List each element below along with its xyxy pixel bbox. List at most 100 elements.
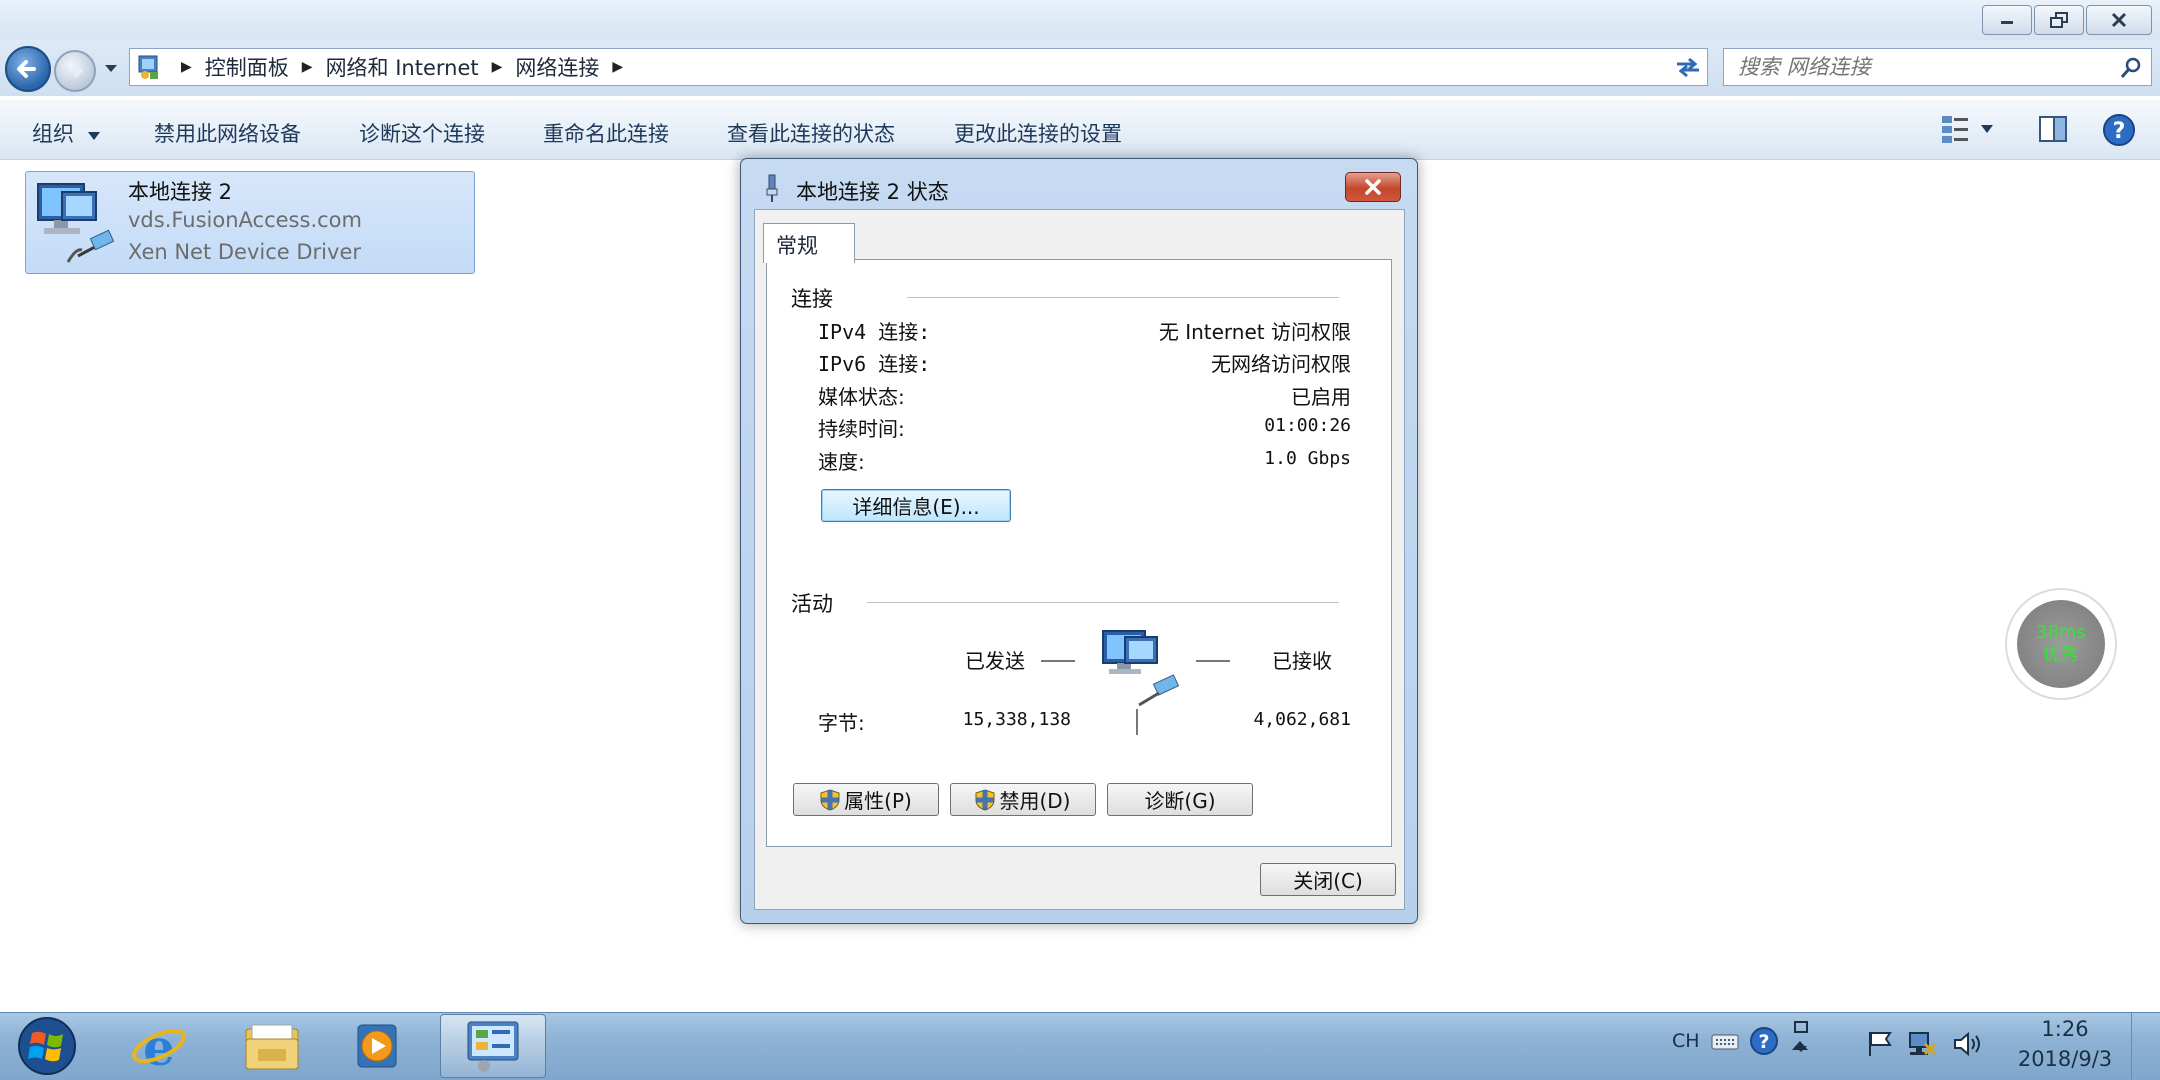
recent-pages-chevron-icon[interactable] xyxy=(104,62,118,74)
search-box[interactable] xyxy=(1723,48,2152,86)
forward-arrow-icon xyxy=(68,63,84,79)
windows-logo-icon xyxy=(18,1017,76,1075)
folder-icon xyxy=(245,1024,299,1070)
bytes-label: 字节: xyxy=(818,711,865,735)
taskbar-file-explorer[interactable] xyxy=(222,1014,322,1078)
connection-group-title: 连接 xyxy=(791,287,833,311)
preview-pane-button[interactable] xyxy=(2037,113,2069,145)
media-player-icon xyxy=(357,1024,397,1068)
control-panel-taskbar-icon xyxy=(467,1021,519,1072)
bytes-received-value: 4,062,681 xyxy=(1253,709,1351,730)
diagnose-connection-button[interactable]: 诊断这个连接 xyxy=(359,118,485,148)
restore-button[interactable] xyxy=(2034,5,2084,35)
restore-icon xyxy=(2050,12,2068,28)
close-dialog-button[interactable]: 关闭(C) xyxy=(1260,863,1396,896)
ipv4-label: IPv4 连接: xyxy=(818,320,931,344)
sent-label: 已发送 xyxy=(965,649,1025,673)
speed-label: 速度: xyxy=(818,450,865,474)
dialog-title: 本地连接 2 状态 xyxy=(796,180,949,204)
svg-text:?: ? xyxy=(1758,1031,1769,1053)
keyboard-icon[interactable] xyxy=(1711,1030,1739,1052)
taskbar-internet-explorer[interactable]: e xyxy=(109,1014,209,1078)
connection-item-local-2[interactable]: 本地连接 2 vds.FusionAccess.com Xen Net Devi… xyxy=(25,171,475,274)
latency-widget[interactable]: 38ms 优秀 xyxy=(2005,588,2117,700)
duration-label: 持续时间: xyxy=(818,417,905,441)
address-bar[interactable]: ▶ 控制面板 ▶ 网络和 Internet ▶ 网络连接 ▶ xyxy=(129,48,1699,86)
change-settings-button[interactable]: 更改此连接的设置 xyxy=(954,118,1122,148)
received-connector-line xyxy=(1196,660,1230,662)
close-window-button[interactable] xyxy=(2086,5,2152,35)
breadcrumb-separator-icon[interactable]: ▶ xyxy=(612,59,623,75)
action-center-flag-icon[interactable] xyxy=(1866,1030,1896,1058)
window-titlebar xyxy=(0,0,2160,40)
network-adapter-icon xyxy=(37,183,115,263)
control-panel-icon xyxy=(138,55,158,79)
view-options-button[interactable] xyxy=(1940,113,1994,145)
back-button[interactable] xyxy=(5,46,51,92)
disable-device-button[interactable]: 禁用此网络设备 xyxy=(154,118,301,148)
taskbar-network-connections[interactable] xyxy=(440,1014,546,1078)
organize-label: 组织 xyxy=(32,122,74,146)
view-options-icon xyxy=(1942,116,1968,143)
rename-connection-button[interactable]: 重命名此连接 xyxy=(543,118,669,148)
duration-value: 01:00:26 xyxy=(1264,415,1351,436)
forward-button[interactable] xyxy=(54,50,96,92)
network-activity-icon xyxy=(1102,630,1180,707)
received-label: 已接收 xyxy=(1272,649,1332,673)
ipv6-label: IPv6 连接: xyxy=(818,352,931,376)
organize-menu[interactable]: 组织 xyxy=(32,118,101,148)
breadcrumb-separator-icon[interactable]: ▶ xyxy=(492,59,503,75)
minimize-button[interactable] xyxy=(1982,5,2032,35)
search-input[interactable] xyxy=(1738,55,2098,79)
breadcrumb-network-connections[interactable]: 网络连接 xyxy=(515,52,599,82)
dialog-close-button[interactable] xyxy=(1345,172,1401,202)
svg-text:e: e xyxy=(143,1019,175,1073)
view-status-button[interactable]: 查看此连接的状态 xyxy=(727,118,895,148)
connection-network: vds.FusionAccess.com xyxy=(128,208,362,232)
taskbar-media-player[interactable] xyxy=(327,1014,427,1078)
uac-shield-icon xyxy=(975,788,995,811)
search-icon[interactable] xyxy=(2119,56,2143,80)
properties-button[interactable]: 属性(P) xyxy=(793,783,939,816)
help-icon: ? xyxy=(2103,114,2135,146)
close-icon xyxy=(1365,179,1381,195)
help-tray-icon[interactable]: ? xyxy=(1749,1026,1779,1056)
media-state-label: 媒体状态: xyxy=(818,385,905,409)
group-divider xyxy=(907,297,1339,298)
connection-name: 本地连接 2 xyxy=(128,180,233,204)
bytes-divider xyxy=(1136,709,1138,735)
disable-button[interactable]: 禁用(D) xyxy=(950,783,1096,816)
taskbar xyxy=(0,1012,2160,1080)
input-language-indicator[interactable]: CH xyxy=(1672,1030,1700,1052)
refresh-button[interactable] xyxy=(1668,48,1708,86)
clock-time: 1:26 xyxy=(2041,1017,2089,1041)
breadcrumb-control-panel[interactable]: 控制面板 xyxy=(205,52,289,82)
volume-icon[interactable] xyxy=(1953,1030,1985,1058)
start-button[interactable] xyxy=(12,1016,82,1076)
refresh-icon xyxy=(1676,57,1699,78)
ipv6-value: 无网络访问权限 xyxy=(1211,352,1351,376)
network-plug-icon xyxy=(766,174,778,202)
show-desktop-button[interactable] xyxy=(2131,1012,2160,1080)
back-arrow-icon xyxy=(17,60,36,78)
breadcrumb-separator-icon[interactable]: ▶ xyxy=(302,59,313,75)
help-button[interactable]: ? xyxy=(2102,113,2136,147)
connection-driver: Xen Net Device Driver xyxy=(128,240,361,264)
details-button[interactable]: 详细信息(E)... xyxy=(821,489,1011,522)
breadcrumb-network-internet[interactable]: 网络和 Internet xyxy=(326,52,479,82)
internet-explorer-icon: e xyxy=(132,1019,186,1073)
sent-connector-line xyxy=(1041,660,1075,662)
diagnose-button[interactable]: 诊断(G) xyxy=(1107,783,1253,816)
clock-date: 2018/9/3 xyxy=(2017,1047,2113,1071)
connection-status-dialog: 本地连接 2 状态 常规 连接 IPv4 连接: 无 Internet 访问权限… xyxy=(740,158,1418,924)
bytes-sent-value: 15,338,138 xyxy=(962,709,1071,730)
breadcrumb: ▶ 控制面板 ▶ 网络和 Internet ▶ 网络连接 ▶ xyxy=(168,52,636,82)
media-state-value: 已启用 xyxy=(1291,385,1351,409)
show-hidden-icons-chevron-icon[interactable] xyxy=(1790,1038,1810,1052)
breadcrumb-separator-icon[interactable]: ▶ xyxy=(181,59,192,75)
network-tray-icon[interactable] xyxy=(1907,1028,1939,1058)
minimize-icon xyxy=(2001,21,2013,24)
system-clock[interactable]: 1:26 2018/9/3 xyxy=(2000,1014,2130,1074)
uac-shield-icon xyxy=(820,788,840,811)
tab-general[interactable]: 常规 xyxy=(763,223,855,263)
